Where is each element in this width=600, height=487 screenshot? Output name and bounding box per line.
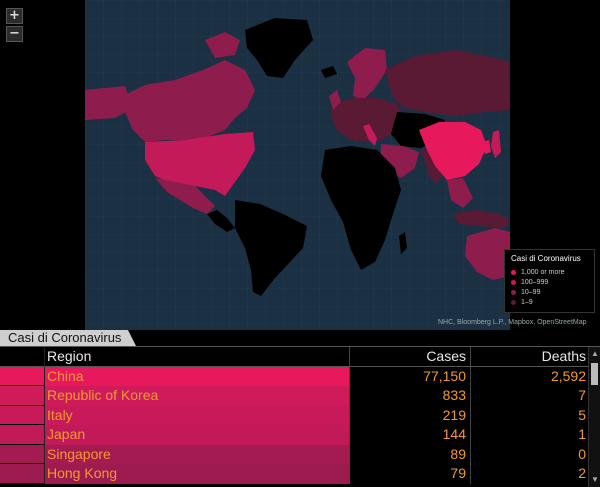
map-attribution: NHC, Bloomberg L.P., Mapbox, OpenStreetM… bbox=[438, 319, 587, 326]
legend-title: Casi di Coronavirus bbox=[511, 254, 581, 263]
scroll-up-icon[interactable]: ▲ bbox=[591, 349, 599, 358]
map-legend: Casi di Coronavirus 1,000 or more 100–99… bbox=[504, 249, 595, 313]
cell-cases: 79 bbox=[349, 464, 470, 484]
table-row[interactable]: China 77,150 2,592 bbox=[0, 366, 588, 386]
cell-deaths: 5 bbox=[470, 405, 588, 425]
cell-deaths: 2,592 bbox=[470, 366, 588, 386]
row-color-swatch bbox=[0, 405, 44, 425]
zoom-out-button[interactable]: − bbox=[6, 26, 23, 42]
legend-item: 1,000 or more bbox=[511, 267, 588, 277]
cell-region: China bbox=[44, 366, 349, 386]
cell-cases: 219 bbox=[349, 405, 470, 425]
table-row[interactable]: Republic of Korea 833 7 bbox=[0, 386, 588, 406]
legend-dot-icon bbox=[511, 269, 516, 275]
world-map[interactable] bbox=[85, 0, 510, 330]
legend-item-label: 1–9 bbox=[521, 298, 533, 306]
cell-region: Singapore bbox=[44, 444, 349, 464]
cell-region: Hong Kong bbox=[44, 464, 349, 484]
row-color-swatch bbox=[0, 366, 44, 386]
cell-cases: 77,150 bbox=[349, 366, 470, 386]
cell-region: Republic of Korea bbox=[44, 386, 349, 406]
column-header-deaths[interactable]: Deaths bbox=[470, 347, 588, 367]
cases-table-panel: Casi di Coronavirus Region Cases Deaths … bbox=[0, 330, 600, 487]
table-header-row: Region Cases Deaths bbox=[0, 347, 588, 367]
table-row[interactable]: Japan 144 1 bbox=[0, 425, 588, 445]
legend-dot-icon bbox=[511, 289, 516, 295]
cell-deaths: 7 bbox=[470, 386, 588, 406]
cell-deaths: 2 bbox=[470, 464, 588, 484]
map-panel[interactable]: + − Casi di Coronavirus 1,000 or more 10… bbox=[0, 0, 600, 330]
legend-dot-icon bbox=[511, 279, 516, 285]
tab-casi-di-coronavirus[interactable]: Casi di Coronavirus bbox=[0, 330, 136, 346]
legend-item-label: 10–99 bbox=[521, 288, 541, 296]
table-scrollbar[interactable]: ▲ ▼ bbox=[588, 347, 600, 487]
row-color-swatch bbox=[0, 425, 44, 445]
zoom-in-button[interactable]: + bbox=[6, 8, 23, 24]
column-header-region[interactable]: Region bbox=[44, 347, 349, 367]
scroll-down-icon[interactable]: ▼ bbox=[591, 475, 599, 484]
column-header-cases[interactable]: Cases bbox=[349, 347, 470, 367]
cell-deaths: 1 bbox=[470, 425, 588, 445]
row-color-swatch bbox=[0, 386, 44, 406]
cell-region: Italy bbox=[44, 405, 349, 425]
legend-dot-icon bbox=[511, 299, 516, 305]
table-row[interactable]: Hong Kong 79 2 bbox=[0, 464, 588, 484]
scroll-thumb[interactable] bbox=[591, 363, 598, 385]
header-swatch-cell bbox=[0, 347, 44, 367]
cell-region: Japan bbox=[44, 425, 349, 445]
cases-table: Region Cases Deaths China 77,150 2,592 R… bbox=[0, 347, 588, 487]
cell-cases: 144 bbox=[349, 425, 470, 445]
cell-deaths: 0 bbox=[470, 444, 588, 464]
legend-item: 10–99 bbox=[511, 287, 588, 297]
legend-item-label: 100–999 bbox=[521, 278, 549, 286]
legend-item-label: 1,000 or more bbox=[521, 268, 565, 276]
row-color-swatch bbox=[0, 444, 44, 464]
legend-item: 1–9 bbox=[511, 297, 588, 307]
row-color-swatch bbox=[0, 464, 44, 484]
cell-cases: 833 bbox=[349, 386, 470, 406]
table-row[interactable]: Singapore 89 0 bbox=[0, 444, 588, 464]
legend-item: 100–999 bbox=[511, 277, 588, 287]
cell-cases: 89 bbox=[349, 444, 470, 464]
table-row[interactable]: Italy 219 5 bbox=[0, 405, 588, 425]
